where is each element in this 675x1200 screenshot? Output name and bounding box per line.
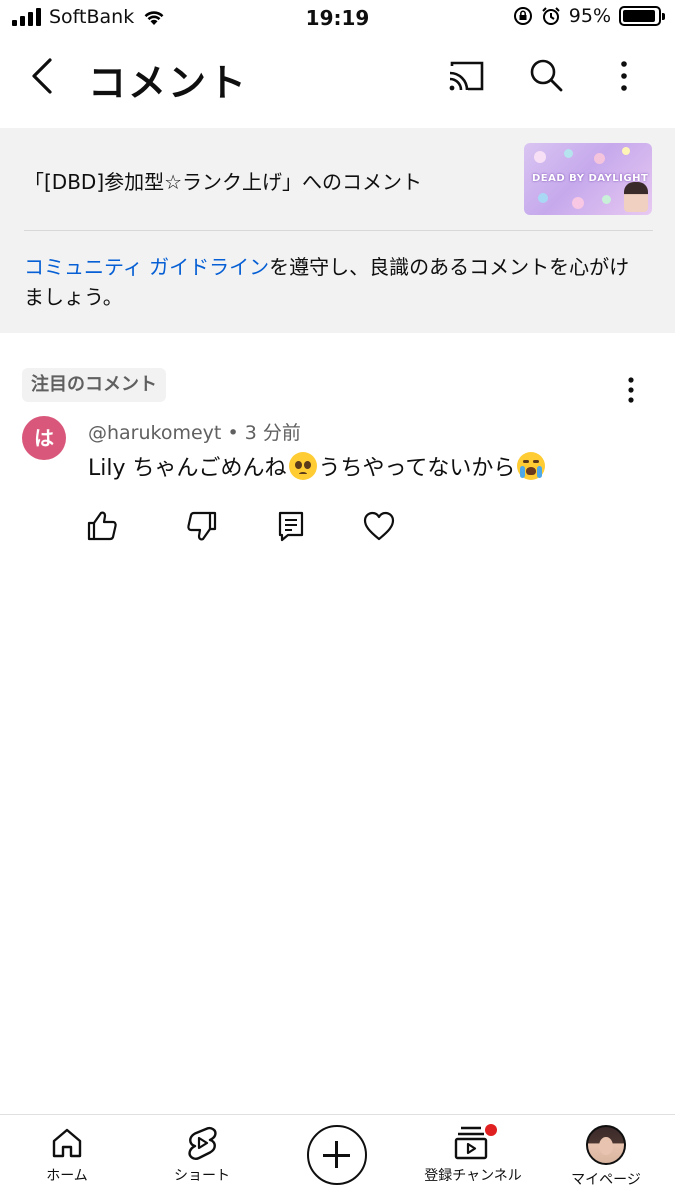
pinned-comment-chip: 注目のコメント [22,368,166,402]
back-icon[interactable] [24,54,64,98]
community-guidelines-link[interactable]: コミュニティ ガイドライン [24,255,269,279]
home-icon [52,1128,82,1158]
top-app-bar: コメント [0,42,675,112]
guideline-text-2: ましょう。 [24,285,123,309]
nav-home-label: ホーム [46,1168,88,1184]
nav-subscriptions-label: 登録チャンネル [424,1168,522,1184]
reply-icon[interactable] [273,508,309,544]
video-thumbnail[interactable]: DEAD BY DAYLIGHT [524,143,652,215]
comment-author-avatar[interactable]: は [22,416,66,460]
battery-icon [619,6,665,26]
comment-meta: @harukomeyt • 3 分前 [88,418,301,445]
comment-text-part2: うちやってないから [318,456,516,481]
nav-shorts[interactable]: ショート [137,1125,267,1185]
comment-info-panel: 「[DBD]参加型☆ランク上げ」へのコメント DEAD BY DAYLIGHT … [0,128,675,333]
comment-author[interactable]: @harukomeyt [88,422,221,444]
divider [24,230,653,231]
comment-time: 3 分前 [244,422,301,444]
nav-shorts-label: ショート [174,1168,230,1184]
pleading-face-icon [288,452,317,480]
page-title: コメント [88,61,249,105]
video-title: 「[DBD]参加型☆ランク上げ」へのコメント [24,170,423,194]
meta-separator: • [227,422,239,444]
subscriptions-icon-wrap [453,1124,497,1161]
nav-my-page[interactable]: マイページ [541,1125,671,1189]
thumbnail-character [624,182,648,212]
nav-subscriptions[interactable]: 登録チャンネル [408,1124,538,1185]
shorts-icon [188,1126,217,1160]
alarm-icon [542,7,560,25]
comment-more-icon[interactable] [616,374,646,408]
status-right: 95% [513,5,665,27]
guideline-text-1: を遵守し、良識のあるコメントを心がけ [269,255,630,279]
notification-dot [485,1124,497,1136]
guideline-notice: コミュニティ ガイドラインを遵守し、良識のあるコメントを心がけ ましょう。 [24,252,644,312]
more-vert-icon[interactable] [604,56,644,96]
comment-text: Lily ちゃんごめんね うちやってないから [88,450,547,482]
profile-avatar [586,1125,626,1165]
loudly-crying-face-icon [517,452,546,480]
thumbs-down-icon[interactable] [184,508,220,544]
heart-icon[interactable] [361,508,397,544]
comment-text-part1: Lily ちゃんごめんね [88,456,287,481]
cast-icon[interactable] [446,56,486,96]
status-bar: SoftBank 19:19 95% [0,0,675,38]
search-icon[interactable] [526,56,566,96]
nav-home[interactable]: ホーム [2,1125,132,1185]
battery-percent: 95% [568,5,611,27]
rotation-lock-icon [513,7,532,25]
bottom-nav: ホーム ショート 登録チャンネル マイページ [0,1114,675,1200]
nav-my-page-label: マイページ [571,1172,641,1188]
create-button[interactable] [307,1125,367,1185]
thumbs-up-icon[interactable] [84,508,120,544]
